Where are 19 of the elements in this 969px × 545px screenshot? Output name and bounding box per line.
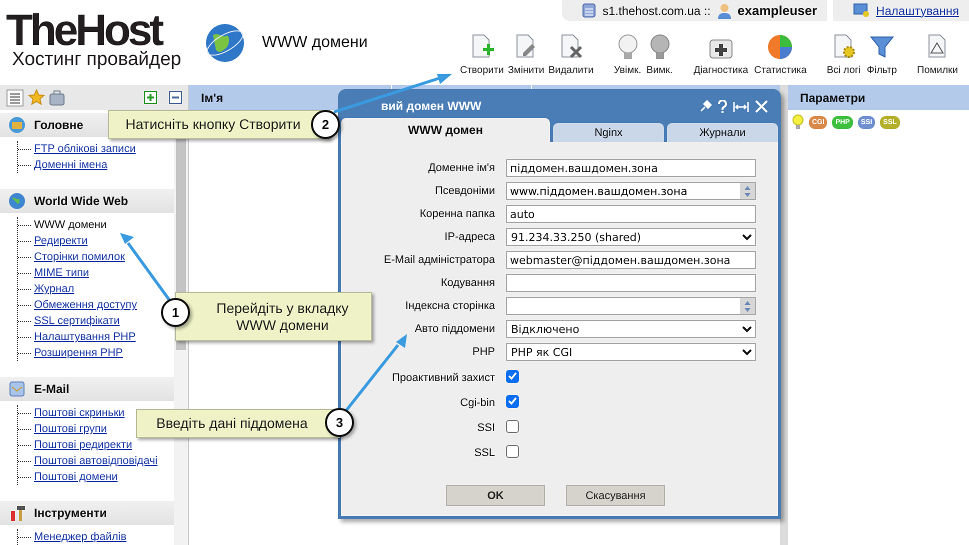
field-label: Cgi-bin (460, 397, 495, 409)
field-label: Коренна папка (420, 208, 495, 220)
field-label: PHP (472, 346, 495, 358)
field-label: Кодування (440, 277, 495, 289)
field-label: Авто піддомени (414, 323, 495, 335)
logo-tagline: Хостинг провайдер (12, 50, 182, 70)
field-label: IP-адреса (444, 231, 495, 243)
panel-header: Параметри (788, 85, 969, 110)
field-label: SSL (474, 447, 495, 459)
field-label: Проактивний захист (392, 372, 495, 384)
field-label: Доменне ім'я (428, 162, 495, 174)
field-label: Індексна сторінка (405, 300, 495, 312)
field-label: E-Mail адміністратора (384, 254, 495, 266)
user-name: exampleuser (738, 3, 818, 18)
logo-name: TheHost (6, 12, 162, 50)
field-label: SSI (477, 422, 495, 434)
field-label: Псевдоніми (434, 185, 495, 197)
page-title: WWW домени (262, 34, 368, 52)
server-name: s1.thehost.com.ua :: (602, 4, 711, 18)
